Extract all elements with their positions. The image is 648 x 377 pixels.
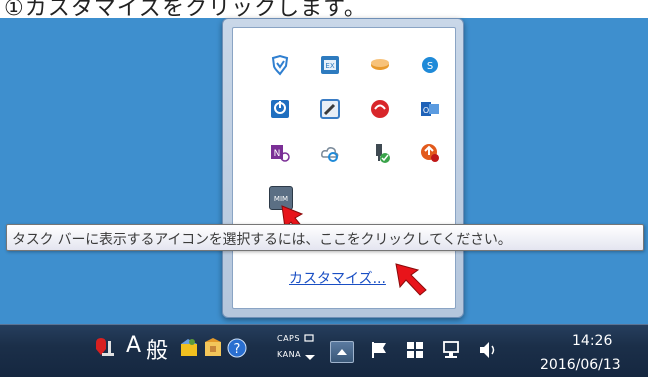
ime-mode-indicator[interactable]: A: [126, 333, 141, 358]
svg-text:EX: EX: [325, 62, 334, 70]
caps-lock-indicator: CAPS: [277, 334, 300, 343]
power-management-icon[interactable]: [269, 98, 291, 120]
svg-text:?: ?: [234, 342, 241, 357]
cloud-sync-icon[interactable]: [369, 54, 391, 76]
svg-text:N: N: [274, 149, 281, 159]
svg-text:S: S: [427, 61, 433, 72]
network-icon[interactable]: [440, 339, 462, 361]
tooltip: タスク バーに表示するアイコンを選択するには、ここをクリックしてください。: [6, 224, 644, 251]
help-icon[interactable]: ?: [226, 336, 248, 360]
skype-icon[interactable]: S: [419, 54, 441, 76]
language-bar-icon[interactable]: [92, 335, 120, 363]
desktop-area: EX S O N MIM カスタマイズ...: [0, 18, 648, 324]
update-error-icon[interactable]: [419, 142, 441, 164]
clock-date[interactable]: 2016/06/13: [540, 357, 621, 373]
tooltip-text: タスク バーに表示するアイコンを選択するには、ここをクリックしてください。: [12, 232, 512, 248]
pointer-arrow-icon: [395, 263, 427, 296]
security-shield-icon[interactable]: [269, 54, 291, 76]
ime-dictionary-icon[interactable]: [202, 336, 224, 360]
show-hidden-icons-button[interactable]: [330, 341, 354, 363]
kana-lock-indicator: KANA: [277, 350, 302, 359]
customize-link[interactable]: カスタマイズ...: [289, 268, 386, 288]
wrench-tool-icon[interactable]: [319, 98, 341, 120]
ime-kanji-indicator[interactable]: 般: [146, 333, 168, 365]
onenote-icon[interactable]: N: [269, 142, 291, 164]
action-center-flag-icon[interactable]: [368, 339, 390, 361]
ime-options-icon[interactable]: [303, 333, 317, 363]
instruction-caption: ①カスタマイズをクリックします。: [0, 0, 648, 20]
outlook-icon[interactable]: O: [419, 98, 441, 120]
usb-safe-remove-icon[interactable]: [369, 142, 391, 164]
caption-text: ①カスタマイズをクリックします。: [4, 0, 367, 20]
excel-addin-icon[interactable]: EX: [319, 54, 341, 76]
clock-time[interactable]: 14:26: [572, 333, 612, 349]
windows-update-icon[interactable]: [404, 339, 426, 361]
ime-pad-icon[interactable]: [178, 336, 200, 360]
taskbar: A 般 ? CAPS KANA 14:26 2016/06/13: [0, 324, 648, 377]
svg-text:O: O: [423, 106, 429, 115]
volume-icon[interactable]: [476, 339, 498, 361]
red-circle-app-icon[interactable]: [369, 98, 391, 120]
ime-icon-text: MIM: [274, 195, 288, 203]
chevron-up-icon: [337, 349, 347, 355]
cloud-refresh-icon[interactable]: [319, 142, 341, 164]
